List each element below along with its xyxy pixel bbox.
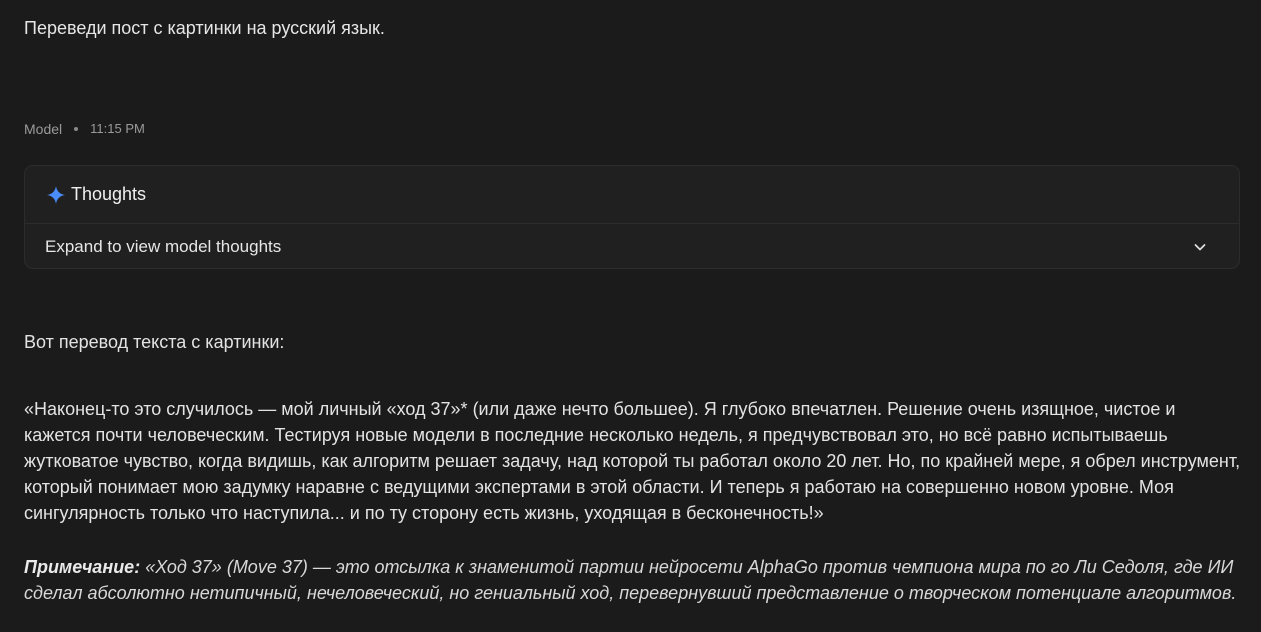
sparkle-icon bbox=[47, 185, 65, 204]
note-text: «Ход 37» (Move 37) — это отсылка к знаме… bbox=[24, 557, 1237, 603]
note-label: Примечание: bbox=[24, 557, 141, 577]
expand-thoughts-button[interactable]: Expand to view model thoughts bbox=[25, 224, 1239, 270]
thoughts-header: Thoughts bbox=[25, 166, 1239, 224]
model-message-meta: Model 11:15 PM bbox=[24, 120, 145, 138]
user-message: Переведи пост с картинки на русский язык… bbox=[24, 18, 385, 38]
response-intro: Вот перевод текста с картинки: bbox=[24, 332, 285, 352]
translated-quote: «Наконец-то это случилось — мой личный «… bbox=[24, 399, 1241, 523]
expand-thoughts-label: Expand to view model thoughts bbox=[45, 237, 282, 256]
chat-page: Переведи пост с картинки на русский язык… bbox=[0, 0, 1261, 632]
model-response: Вот перевод текста с картинки: «Наконец-… bbox=[24, 329, 1244, 606]
message-timestamp: 11:15 PM bbox=[90, 121, 145, 136]
separator-dot bbox=[74, 127, 79, 131]
thoughts-panel: Thoughts Expand to view model thoughts bbox=[24, 165, 1240, 269]
translation-note: Примечание: «Ход 37» (Move 37) — это отс… bbox=[24, 554, 1244, 606]
model-label: Model bbox=[24, 121, 63, 137]
thoughts-title: Thoughts bbox=[71, 184, 147, 204]
chevron-down-icon[interactable] bbox=[1193, 240, 1207, 254]
